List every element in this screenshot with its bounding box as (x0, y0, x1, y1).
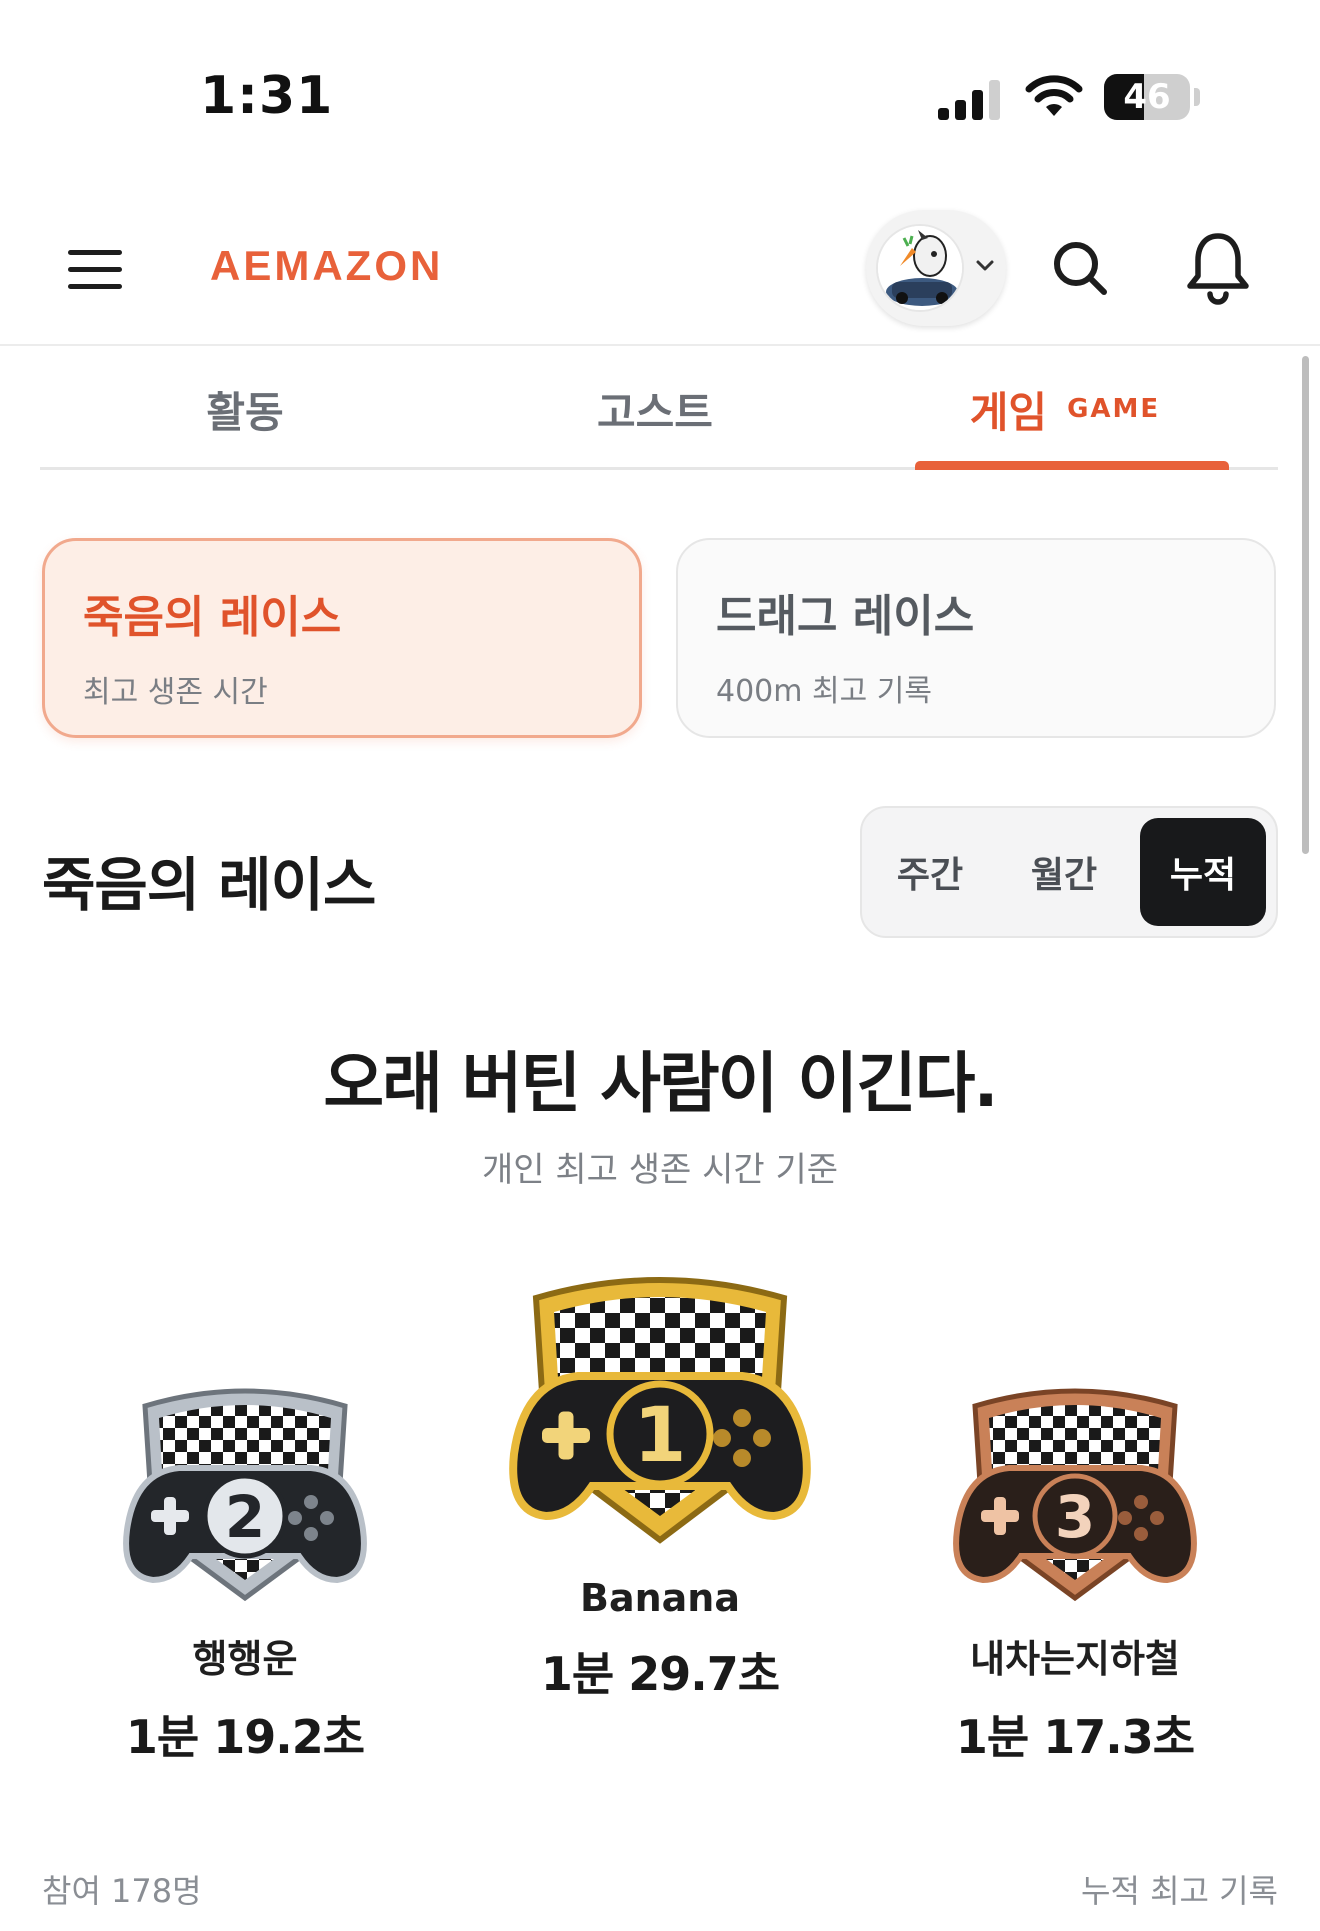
main-tabs: 활동 고스트 게임 GAME (40, 348, 1278, 470)
podium-name: Banana (580, 1576, 740, 1620)
tab-label: 고스트 (597, 387, 713, 437)
status-bar: 1:31 46 (0, 0, 1320, 190)
leaderboard-headline: 오래 버틴 사람이 이긴다. (323, 1045, 998, 1122)
tab-sub-label: GAME (1067, 394, 1161, 424)
gold-rank-badge-icon: 1 (509, 1277, 811, 1544)
card-title: 드래그 레이스 (716, 591, 975, 642)
card-subtitle: 최고 생존 시간 (83, 675, 268, 710)
podium-third[interactable]: 3 내차는지하철 1분 17.3초 (930, 1380, 1220, 1767)
period-monthly-button[interactable]: 월간 (996, 818, 1132, 926)
podium-name: 내차는지하철 (970, 1637, 1180, 1681)
record-type-label: 누적 최고 기록 (1081, 1872, 1278, 1910)
brand-logo[interactable]: AEMAZON (210, 242, 443, 290)
rank-number: 1 (634, 1390, 687, 1479)
card-title: 죽음의 레이스 (83, 592, 342, 643)
active-tab-indicator (915, 461, 1229, 470)
battery-icon: 46 (1104, 74, 1200, 120)
tab-label: 활동 (206, 387, 284, 437)
app-header: AEMAZON (0, 190, 1320, 346)
scrollbar[interactable] (1302, 356, 1309, 854)
section-title: 죽음의 레이스 (42, 851, 376, 919)
tab-ghost[interactable]: 고스트 (450, 348, 860, 470)
rank-number: 3 (1055, 1483, 1095, 1551)
profile-menu-button[interactable] (866, 210, 1006, 326)
battery-percent: 46 (1123, 77, 1171, 117)
tab-label: 게임 (969, 387, 1048, 437)
rank-number: 2 (225, 1483, 265, 1551)
bronze-rank-badge-icon: 3 (953, 1388, 1197, 1602)
period-segmented-control: 주간 월간 누적 (860, 806, 1278, 938)
card-subtitle: 400m 최고 기록 (716, 674, 932, 709)
podium-first[interactable]: 1 Banana 1분 29.7초 (495, 1268, 825, 1704)
status-time: 1:31 (200, 66, 334, 126)
avatar (876, 224, 964, 312)
search-icon[interactable] (1046, 234, 1116, 304)
participant-count: 참여 178명 (42, 1872, 202, 1910)
tab-activity[interactable]: 활동 (40, 348, 450, 470)
game-card-drag-race[interactable]: 드래그 레이스 400m 최고 기록 (676, 538, 1276, 738)
tab-game[interactable]: 게임 GAME (860, 348, 1270, 470)
podium-name: 행행운 (192, 1637, 298, 1681)
silver-rank-badge-icon: 2 (123, 1388, 367, 1602)
wifi-icon (1025, 75, 1083, 116)
period-weekly-button[interactable]: 주간 (862, 818, 998, 926)
menu-icon[interactable] (50, 234, 140, 304)
period-total-button[interactable]: 누적 (1140, 818, 1266, 926)
signal-icon (938, 80, 1000, 120)
podium-time: 1분 29.7초 (540, 1647, 780, 1701)
podium-second[interactable]: 2 행행운 1분 19.2초 (100, 1380, 390, 1767)
game-card-death-race[interactable]: 죽음의 레이스 최고 생존 시간 (42, 538, 642, 738)
podium-time: 1분 19.2초 (125, 1710, 365, 1764)
chevron-down-icon (976, 260, 994, 271)
podium-time: 1분 17.3초 (955, 1710, 1195, 1764)
bell-icon[interactable] (1182, 228, 1254, 308)
leaderboard-subtitle: 개인 최고 생존 시간 기준 (481, 1150, 839, 1190)
